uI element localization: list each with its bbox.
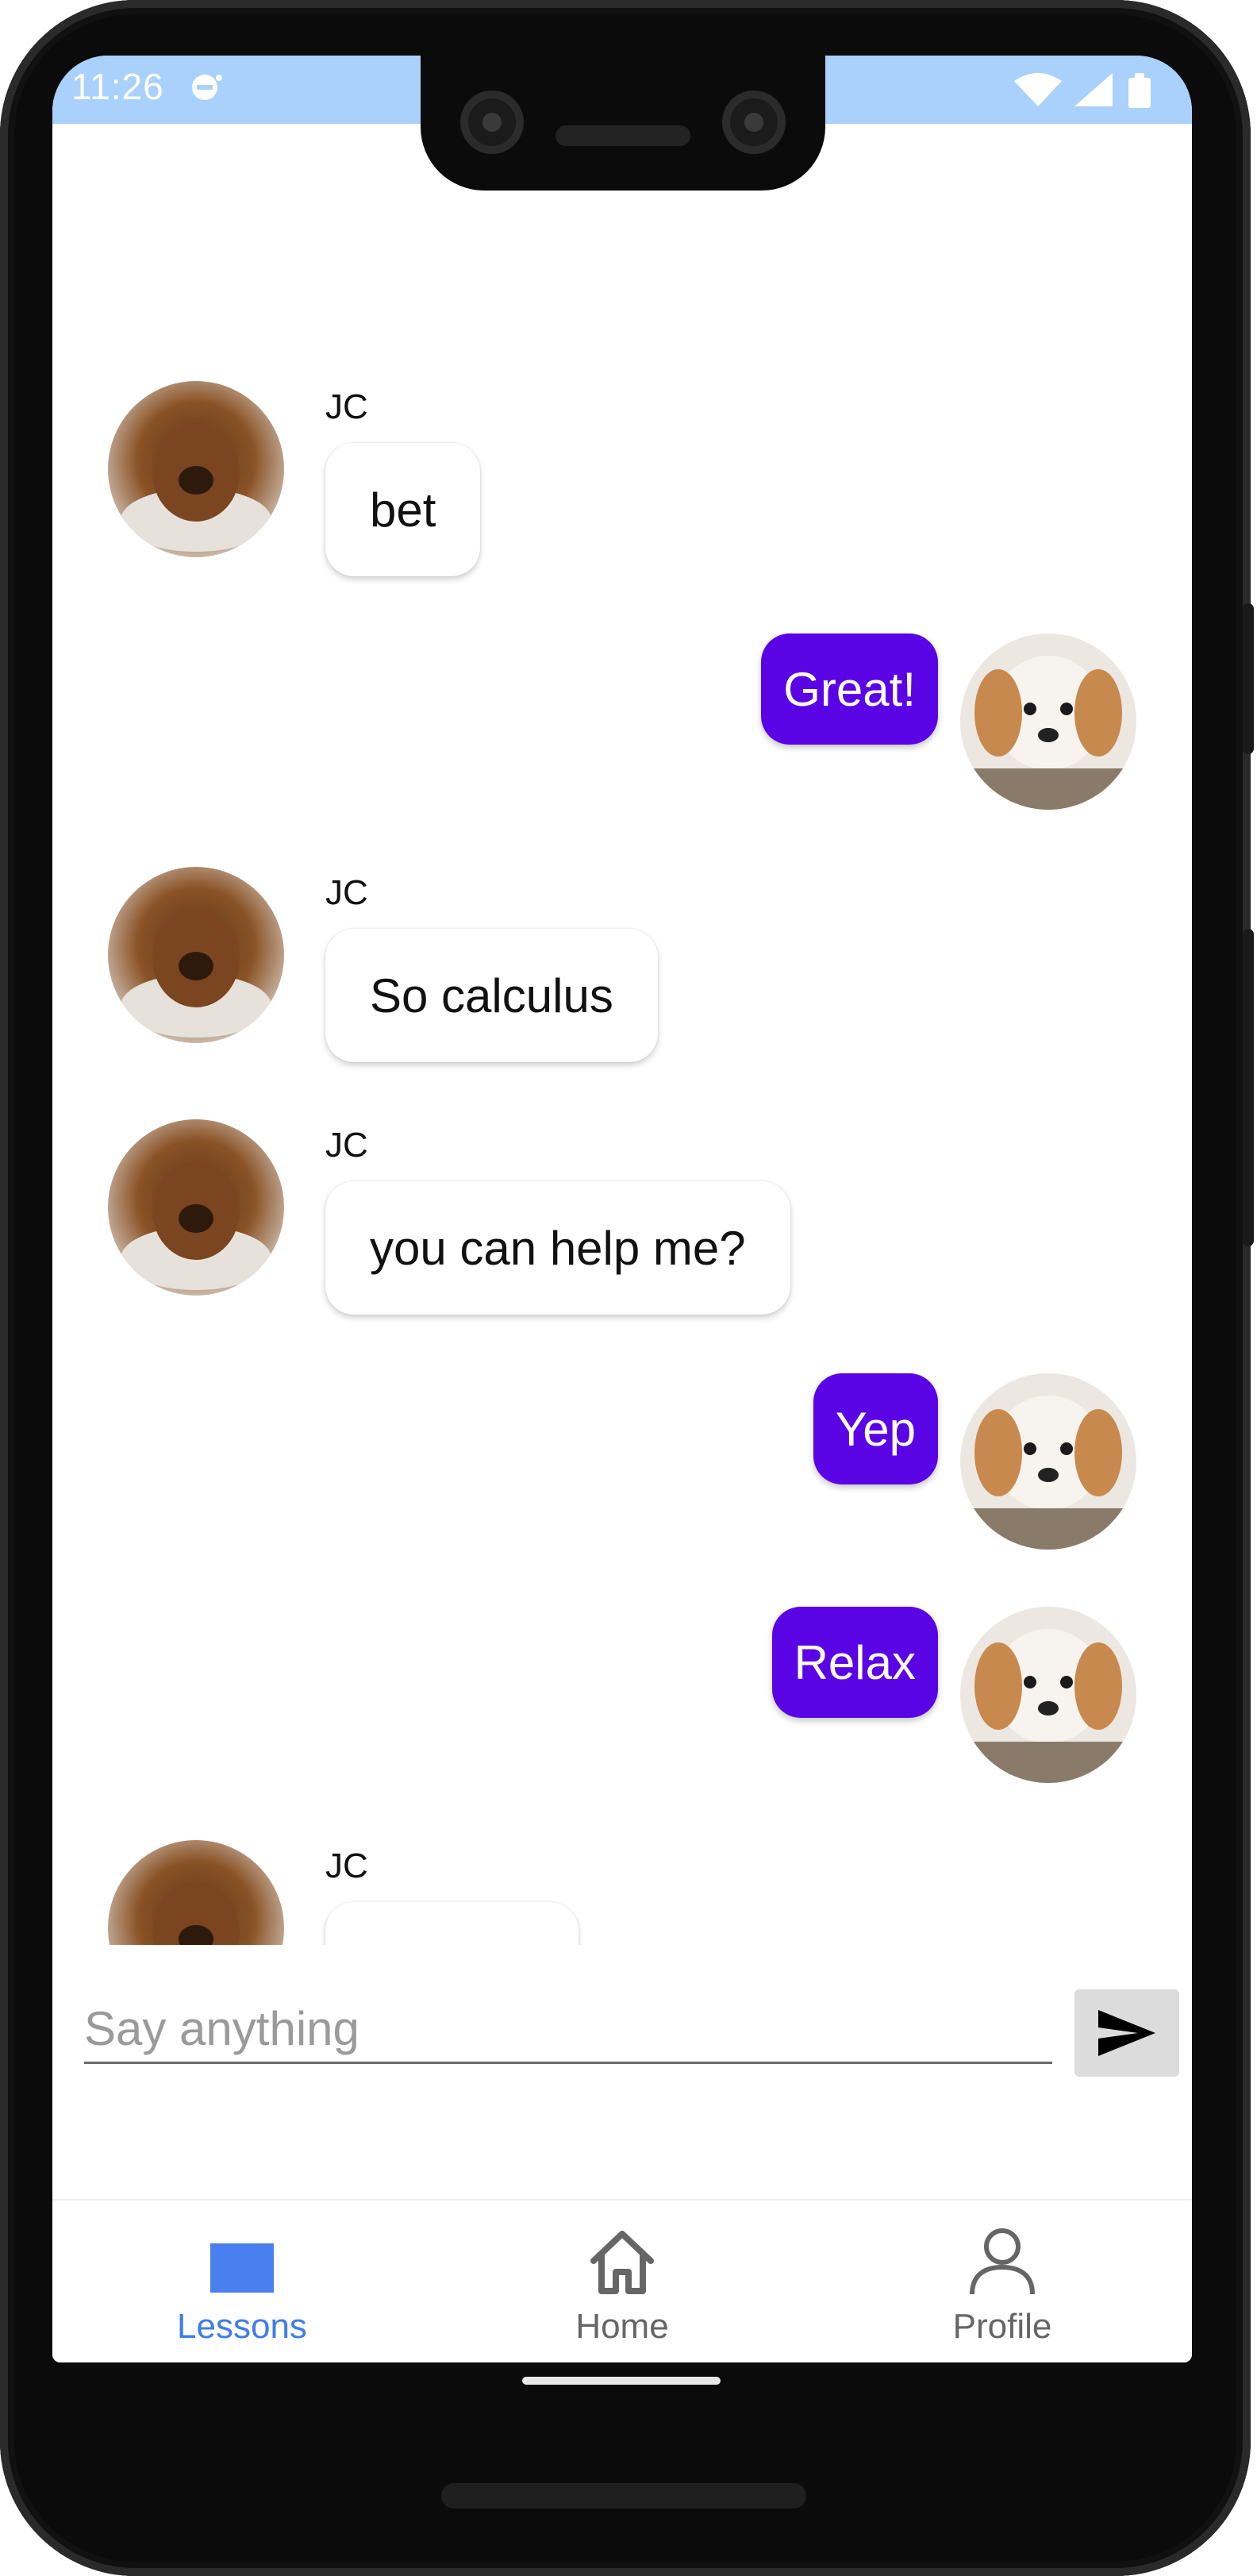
dnd-icon — [192, 75, 222, 100]
send-icon — [1098, 2010, 1155, 2056]
bottom-speaker — [441, 2483, 806, 2509]
device-screenshot: 11:26 JC bet Great! JC So calculus JC yo… — [0, 0, 1257, 2576]
message-bubble-incoming: bet — [325, 443, 481, 576]
avatar-jc — [108, 1119, 284, 1296]
status-time: 11:26 — [71, 66, 164, 107]
message-text: you can help me? — [370, 1221, 746, 1275]
message-text: Yep — [835, 1402, 916, 1456]
avatar-me — [960, 1607, 1136, 1783]
message-composer — [84, 1981, 1052, 2075]
avatar-jc — [108, 867, 284, 1043]
camera-icon — [460, 90, 524, 154]
avatar-me — [960, 1373, 1136, 1550]
lessons-icon — [210, 2243, 274, 2293]
sender-name: JC — [325, 1846, 368, 1885]
avatar-jc — [108, 1840, 284, 1945]
battery-icon — [1128, 73, 1151, 108]
power-button — [1243, 603, 1254, 754]
message-text: Relax — [794, 1635, 916, 1689]
message-bubble-incoming: So calculus — [325, 929, 658, 1062]
message-bubble-incoming: you can help me? — [325, 1181, 790, 1315]
message-input[interactable] — [84, 1996, 1052, 2064]
nav-item-profile[interactable]: Profile — [813, 2201, 1192, 2362]
sender-name: JC — [325, 387, 368, 426]
profile-icon — [970, 2228, 1035, 2295]
message-bubble-outgoing: Great! — [761, 633, 938, 745]
cell-signal-icon — [1074, 73, 1113, 106]
display-notch — [421, 56, 825, 191]
nav-item-home[interactable]: Home — [432, 2201, 812, 2362]
sender-name: JC — [325, 873, 368, 912]
home-icon — [590, 2231, 654, 2294]
app-screen: 11:26 JC bet Great! JC So calculus JC yo… — [52, 56, 1192, 2362]
camera-icon — [722, 90, 786, 154]
message-text: So calculus — [370, 968, 613, 1022]
message-bubble-incoming: whoosh — [325, 1902, 579, 1945]
message-text: Great! — [783, 662, 916, 716]
message-list[interactable]: JC bet Great! JC So calculus JC you can … — [52, 135, 1192, 1945]
message-bubble-outgoing: Relax — [771, 1607, 938, 1718]
volume-button — [1243, 929, 1254, 1246]
bottom-navigation: Lessons Home Profile — [52, 2199, 1192, 2362]
nav-item-lessons[interactable]: Lessons — [52, 2201, 432, 2362]
nav-label: Profile — [952, 2307, 1052, 2346]
message-text: whoosh — [370, 1942, 534, 1946]
gesture-home-bar[interactable] — [522, 2377, 721, 2385]
send-button[interactable] — [1074, 1989, 1179, 2077]
wifi-icon — [1014, 73, 1062, 106]
avatar-me — [960, 633, 1136, 810]
nav-label: Lessons — [177, 2307, 307, 2346]
nav-label: Home — [575, 2307, 669, 2346]
sender-name: JC — [325, 1126, 368, 1165]
message-text: bet — [370, 483, 436, 537]
avatar-jc — [108, 381, 284, 557]
earpiece-speaker — [555, 125, 690, 146]
message-bubble-outgoing: Yep — [813, 1373, 938, 1484]
status-right-icons — [1014, 73, 1151, 108]
